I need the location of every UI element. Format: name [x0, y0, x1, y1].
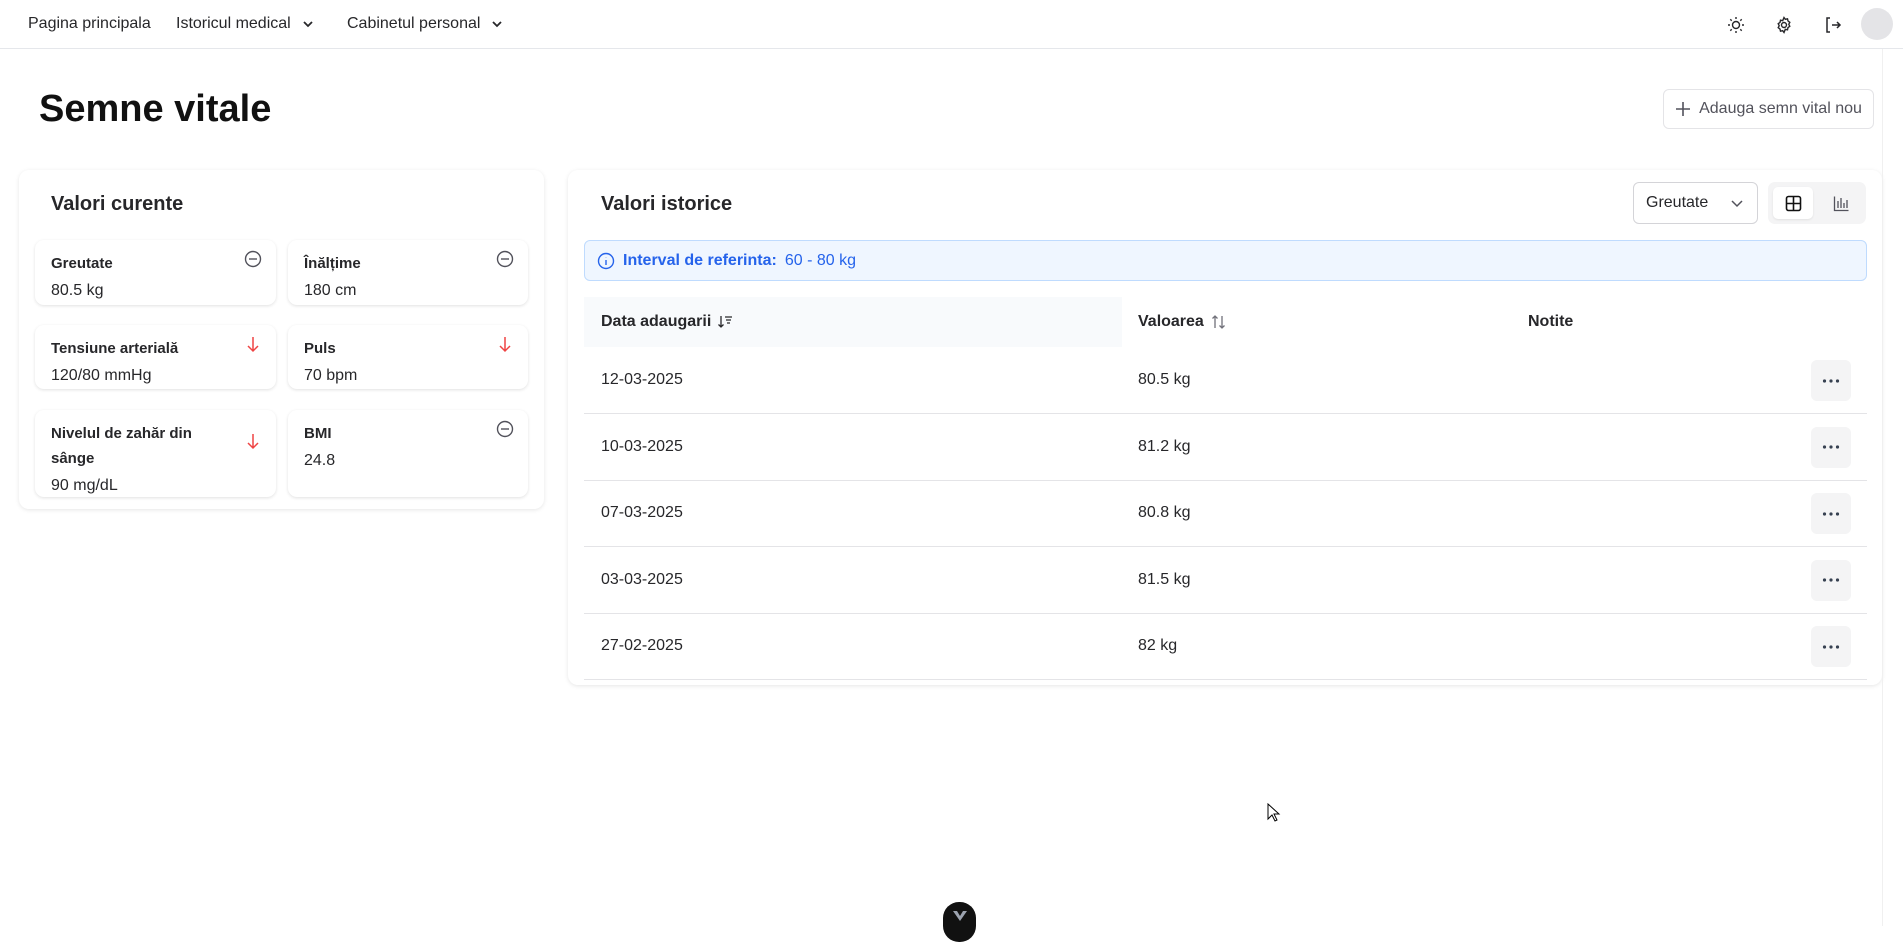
- chevron-down-icon: [303, 21, 313, 28]
- add-vital-sign-button[interactable]: Adauga semn vital nou: [1663, 89, 1874, 129]
- column-header-date[interactable]: Data adaugarii: [601, 297, 733, 347]
- chart-view-button[interactable]: [1821, 187, 1861, 219]
- date-cell: 03-03-2025: [601, 570, 683, 588]
- date-cell: 27-02-2025: [601, 637, 683, 655]
- card-title: Valori istorice: [601, 193, 733, 215]
- date-cell: 10-03-2025: [601, 437, 683, 455]
- value-cell: 81.2 kg: [1138, 437, 1191, 455]
- row-actions-button[interactable]: [1811, 559, 1851, 601]
- date-cell: 07-03-2025: [601, 504, 683, 522]
- mouse-cursor-icon: [1267, 803, 1281, 822]
- value-cell: 81.5 kg: [1138, 570, 1191, 588]
- info-icon: [597, 252, 615, 269]
- reference-interval-banner: Interval de referinta: 60 - 80 kg: [584, 240, 1867, 281]
- vital-label: BMI: [304, 425, 332, 442]
- value-cell: 80.5 kg: [1138, 371, 1191, 388]
- minus-circle-icon: [496, 420, 514, 438]
- row-actions-button[interactable]: [1811, 360, 1851, 401]
- sort-icon: [1211, 315, 1225, 329]
- logout-icon: [1826, 17, 1842, 33]
- row-actions-button[interactable]: [1811, 426, 1851, 468]
- more-horizontal-icon: [1822, 512, 1840, 516]
- column-header-value[interactable]: Valoarea: [1138, 297, 1228, 347]
- table-row: 07-03-2025 80.8 kg: [584, 480, 1867, 548]
- vital-card[interactable]: Înălțime 180 cm: [288, 240, 528, 305]
- table-icon: [1785, 195, 1801, 211]
- column-header-notes: Notite: [1528, 313, 1574, 330]
- vital-card[interactable]: Puls 70 bpm: [288, 325, 528, 389]
- sort-desc-icon: [718, 316, 733, 328]
- page-title: Semne vitale: [39, 88, 272, 130]
- minus-circle-icon: [496, 250, 514, 268]
- vital-card[interactable]: BMI 24.8: [288, 410, 528, 497]
- settings-button[interactable]: [1771, 12, 1797, 38]
- value-cell: 82 kg: [1138, 637, 1178, 655]
- chevron-down-icon: [492, 21, 503, 28]
- table-view-button[interactable]: [1773, 187, 1813, 219]
- bar-chart-icon: [1833, 196, 1848, 211]
- chevron-down-icon: [1731, 200, 1743, 208]
- vital-value: 70 bpm: [304, 367, 358, 384]
- devtools-toggle[interactable]: [943, 902, 976, 942]
- vital-label: Înălțime: [304, 255, 361, 272]
- logout-button[interactable]: [1820, 12, 1846, 38]
- table-row: 12-03-2025 80.5 kg: [584, 347, 1867, 414]
- row-actions-button[interactable]: [1811, 626, 1851, 668]
- vital-value: 180 cm: [304, 282, 357, 299]
- row-actions-button[interactable]: [1811, 493, 1851, 535]
- value-cell: 80.8 kg: [1138, 504, 1191, 522]
- table-row: 27-02-2025 82 kg: [584, 613, 1867, 681]
- sun-icon: [1728, 17, 1744, 33]
- top-nav: Pagina principala Istoricul medical Cabi…: [0, 0, 1903, 49]
- more-horizontal-icon: [1822, 378, 1840, 383]
- date-cell: 12-03-2025: [601, 371, 683, 388]
- vital-label: Tensiune arterială: [51, 340, 179, 357]
- vital-label: Greutate: [51, 255, 113, 272]
- more-horizontal-icon: [1822, 578, 1840, 582]
- vital-value: 90 mg/dL: [51, 477, 118, 494]
- arrow-down-icon: [499, 337, 511, 353]
- vital-card[interactable]: Nivelul de zahăr din sânge 90 mg/dL: [35, 410, 276, 497]
- avatar[interactable]: [1861, 8, 1893, 40]
- theme-toggle-button[interactable]: [1723, 12, 1749, 38]
- vital-value: 24.8: [304, 452, 336, 469]
- card-title: Valori curente: [51, 193, 184, 215]
- vital-value: 80.5 kg: [51, 282, 104, 299]
- gear-icon: [1777, 16, 1791, 34]
- vital-label: Puls: [304, 340, 336, 357]
- vital-type-select[interactable]: Greutate: [1633, 182, 1758, 224]
- vue-logo-icon: [952, 911, 967, 921]
- vital-value: 120/80 mmHg: [51, 367, 152, 384]
- table-row: 10-03-2025 81.2 kg: [584, 414, 1867, 481]
- more-horizontal-icon: [1822, 645, 1840, 649]
- arrow-down-icon: [247, 337, 259, 353]
- more-horizontal-icon: [1822, 445, 1840, 449]
- plus-icon: [1676, 102, 1691, 116]
- minus-circle-icon: [244, 250, 262, 268]
- nav-home[interactable]: Pagina principala: [28, 15, 151, 33]
- vital-card[interactable]: Tensiune arterială 120/80 mmHg: [35, 325, 276, 389]
- vital-card[interactable]: Greutate 80.5 kg: [35, 240, 276, 305]
- nav-medical-history[interactable]: Istoricul medical: [176, 15, 315, 33]
- page-edge: [1882, 49, 1883, 926]
- nav-personal-cabinet[interactable]: Cabinetul personal: [347, 15, 504, 33]
- view-toggle: [1768, 182, 1866, 224]
- arrow-down-icon: [247, 434, 259, 450]
- table-row: 03-03-2025 81.5 kg: [584, 547, 1867, 614]
- vital-label: Nivelul de zahăr din sânge: [51, 425, 192, 467]
